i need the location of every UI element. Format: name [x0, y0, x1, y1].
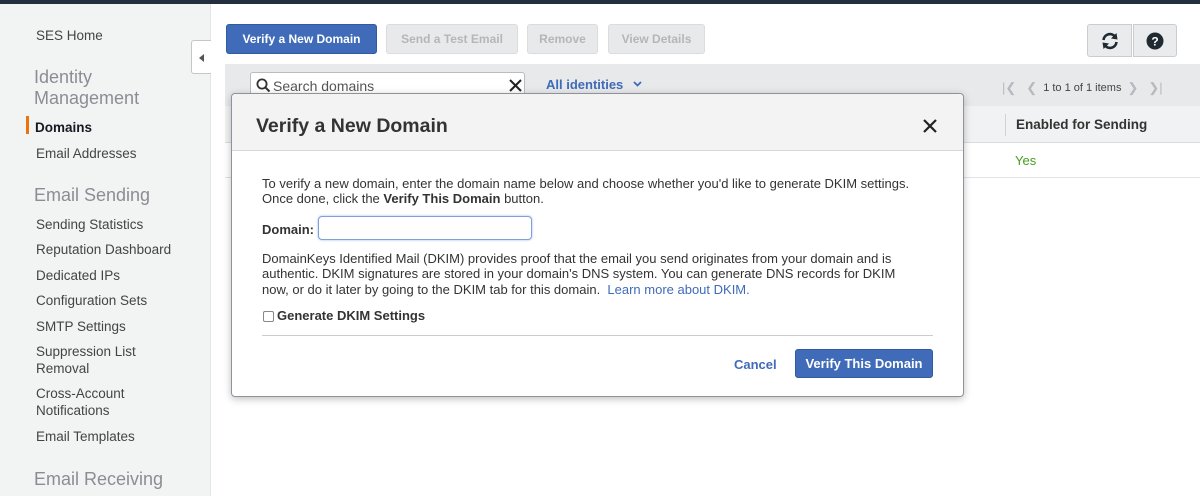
domain-input[interactable]: [318, 216, 532, 240]
identity-filter-label: All identities: [546, 77, 624, 92]
sidebar-heading-identity-management: Identity Management: [34, 67, 140, 108]
verify-domain-dialog: Verify a New Domain To verify a new doma…: [231, 93, 964, 397]
sidebar-item-sending-statistics[interactable]: Sending Statistics: [36, 216, 143, 233]
sidebar-item-email-templates[interactable]: Email Templates: [36, 428, 135, 445]
clear-search-icon[interactable]: [509, 79, 522, 92]
dialog-divider: [262, 335, 933, 336]
svg-text:?: ?: [1151, 34, 1158, 48]
sidebar-item-smtp-settings[interactable]: SMTP Settings: [36, 318, 126, 335]
sidebar-heading-email-receiving: Email Receiving: [34, 469, 164, 489]
verify-new-domain-button[interactable]: Verify a New Domain: [226, 24, 377, 54]
refresh-icon: [1101, 32, 1118, 49]
chevron-down-icon: [633, 81, 642, 87]
verify-this-domain-button[interactable]: Verify This Domain: [795, 349, 933, 378]
verify-this-domain-reference: Verify This Domain: [383, 191, 501, 206]
sidebar-item-configuration-sets[interactable]: Configuration Sets: [36, 292, 147, 309]
send-test-email-button[interactable]: Send a Test Email: [386, 24, 518, 54]
sidebar-item-ses-home[interactable]: SES Home: [36, 27, 103, 44]
search-icon: [256, 78, 271, 93]
intro-text-line1: To verify a new domain, enter the domain…: [262, 176, 910, 191]
help-icon: ?: [1146, 32, 1164, 49]
sidebar-item-reputation-dashboard[interactable]: Reputation Dashboard: [36, 241, 171, 258]
dkim-text-line3: now, or do it later by going to the DKIM…: [262, 282, 750, 297]
sidebar-item-email-addresses[interactable]: Email Addresses: [36, 145, 137, 162]
generate-dkim-label[interactable]: Generate DKIM Settings: [277, 308, 425, 323]
sidebar-active-indicator: [26, 116, 29, 134]
generate-dkim-checkbox[interactable]: [263, 311, 274, 322]
close-icon[interactable]: [922, 118, 938, 134]
cancel-button[interactable]: Cancel: [734, 357, 777, 372]
identity-filter-dropdown[interactable]: All identities: [546, 77, 642, 92]
domain-label: Domain:: [262, 222, 314, 237]
view-details-button[interactable]: View Details: [608, 24, 705, 54]
collapse-sidebar-button[interactable]: [191, 40, 211, 74]
next-page-icon[interactable]: ❯: [1127, 80, 1138, 96]
sidebar-item-dedicated-ips[interactable]: Dedicated IPs: [36, 267, 120, 284]
dkim-text-line1: DomainKeys Identified Mail (DKIM) provid…: [262, 251, 892, 266]
intro-text-line2: Once done, click the Verify This Domain …: [262, 191, 544, 206]
sidebar-heading-email-sending: Email Sending: [34, 185, 151, 205]
dialog-header: Verify a New Domain: [232, 94, 963, 151]
learn-more-dkim-link[interactable]: Learn more about DKIM.: [607, 282, 749, 297]
sidebar-item-suppression-list-removal[interactable]: Suppression List Removal: [36, 343, 156, 377]
last-page-icon[interactable]: ❯|: [1148, 80, 1162, 96]
previous-page-icon[interactable]: ❮: [1026, 80, 1037, 96]
dkim-text-line2: authentic. DKIM signatures are stored in…: [262, 266, 896, 281]
help-button[interactable]: ?: [1133, 24, 1177, 57]
sidebar-item-domains[interactable]: Domains: [35, 119, 92, 136]
remove-button[interactable]: Remove: [527, 24, 598, 54]
pagination: |❮ ❮ 1 to 1 of 1 items ❯ ❯|: [1002, 80, 1163, 96]
column-divider: [1005, 114, 1006, 136]
pagination-text: 1 to 1 of 1 items: [1043, 82, 1122, 94]
dialog-title: Verify a New Domain: [256, 115, 448, 137]
sidebar-item-cross-account-notifications[interactable]: Cross-Account Notifications: [36, 385, 156, 419]
refresh-button[interactable]: [1087, 24, 1132, 57]
column-header-enabled-for-sending[interactable]: Enabled for Sending: [1016, 117, 1147, 132]
first-page-icon[interactable]: |❮: [1002, 80, 1016, 96]
enabled-for-sending-cell: Yes: [1015, 153, 1037, 168]
